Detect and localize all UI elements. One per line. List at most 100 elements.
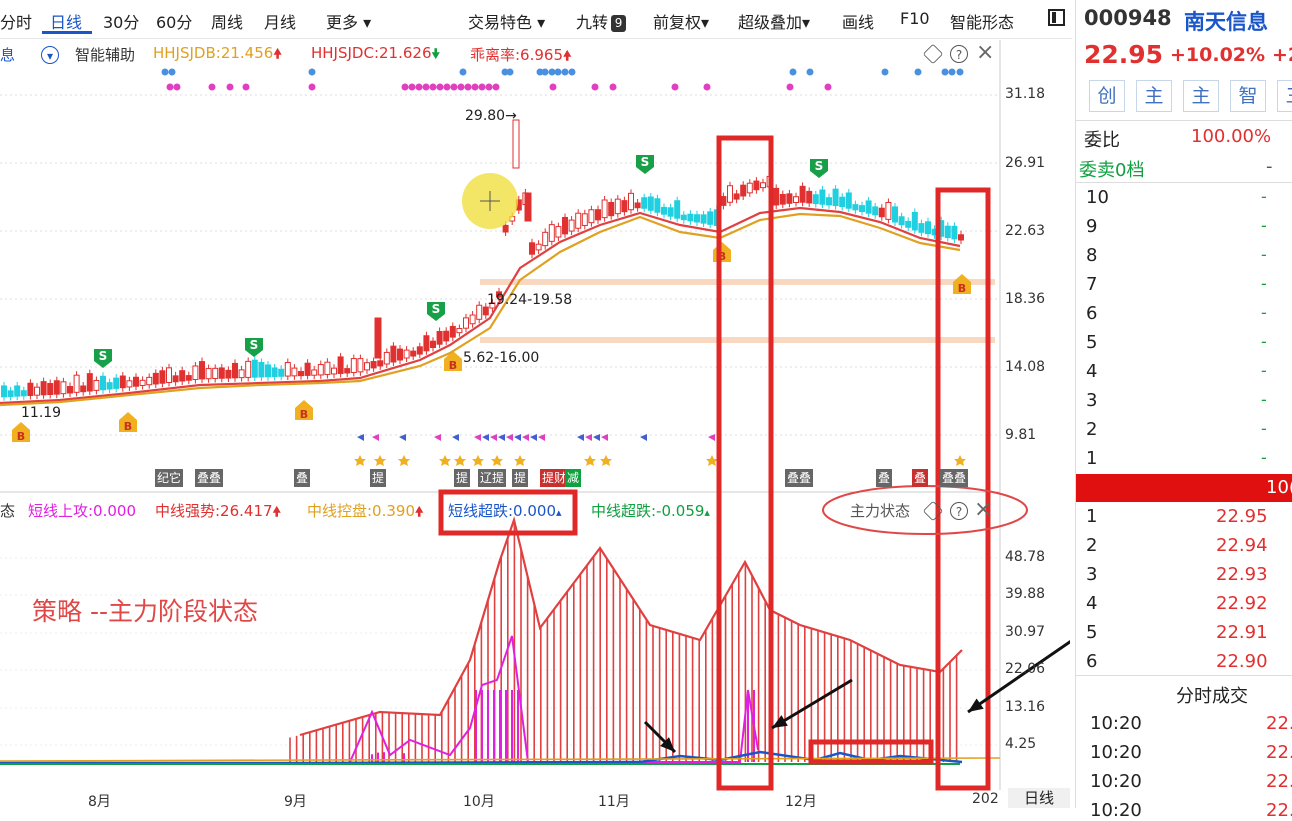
sell-signal-letter: S <box>99 349 108 363</box>
tag-button[interactable]: 智 <box>1230 80 1266 112</box>
magenta-dot <box>242 83 250 91</box>
buy-level: 5 <box>1086 622 1098 643</box>
weibi-label: 委比 <box>1084 130 1120 151</box>
annotation-overlay <box>438 135 1070 791</box>
magenta-dot <box>464 83 472 91</box>
menu-nine-turn[interactable]: 九转 9 <box>576 9 627 33</box>
menu-adjust[interactable]: 前复权▾ <box>653 9 709 33</box>
candle-body <box>694 214 700 223</box>
candle-body <box>680 214 687 221</box>
month-label: 12月 <box>785 794 817 810</box>
candle-body <box>251 359 258 378</box>
tag-button[interactable]: 主 <box>1183 80 1219 112</box>
close-icon[interactable]: × <box>974 499 992 521</box>
candle-body <box>958 234 964 241</box>
magenta-dot <box>457 83 465 91</box>
candle-body <box>397 348 403 361</box>
blue-dot <box>948 68 956 76</box>
star-icon <box>584 455 596 466</box>
candle-body <box>159 370 166 384</box>
candle-body <box>119 375 126 389</box>
candle-body <box>502 224 509 233</box>
tab-more[interactable]: 更多 ▾ <box>326 9 371 33</box>
candle-body <box>436 330 443 345</box>
help-icon[interactable]: ? <box>950 502 968 520</box>
star-icon <box>439 455 451 466</box>
sell-level: 10 <box>1086 187 1109 208</box>
tag-button[interactable]: 主 <box>1136 80 1172 112</box>
candle-body <box>647 196 654 211</box>
candle-body <box>278 368 285 377</box>
candle-body <box>687 213 694 222</box>
mid-control-text: 中线控盘:0.390 <box>307 502 415 520</box>
blue-dot <box>941 68 949 76</box>
short-attack: 短线上攻:0.000 <box>28 502 136 520</box>
stock-name[interactable]: 南天信息 <box>1184 6 1268 36</box>
candle-body <box>621 200 628 213</box>
magenta-dot <box>485 83 493 91</box>
candle-body <box>423 335 430 352</box>
star-icon <box>374 455 386 466</box>
candle-body <box>403 349 410 359</box>
menu-draw[interactable]: 画线 <box>842 9 874 33</box>
flag-icon <box>506 434 513 441</box>
tab-weekly[interactable]: 周线 <box>211 9 243 33</box>
candle-body <box>80 385 87 393</box>
menu-smart-pattern[interactable]: 智能形态 <box>950 9 1014 33</box>
candle-body <box>67 386 73 394</box>
tab-monthly[interactable]: 月线 <box>264 9 296 33</box>
menu-overlay[interactable]: 超级叠加▾ <box>738 9 810 33</box>
blue-dot <box>806 68 814 76</box>
candle-body <box>324 361 331 375</box>
period-label[interactable]: 日线 <box>1008 788 1070 808</box>
menu-trade-feature[interactable]: 交易特色 ▾ <box>468 9 545 33</box>
magenta-dot <box>429 83 437 91</box>
candle-body <box>786 193 793 204</box>
blue-dot <box>541 68 549 76</box>
sell-level-value: - <box>1261 419 1267 438</box>
tab-daily[interactable]: 日线 <box>50 9 82 33</box>
tag-button[interactable]: 创 <box>1089 80 1125 112</box>
arrow-head <box>968 698 984 712</box>
magenta-dot <box>308 83 316 91</box>
tab-intraday[interactable]: 分时 <box>0 9 32 33</box>
signal-tag: 叠 <box>294 469 311 487</box>
candle-body <box>416 346 423 355</box>
candle-body <box>93 379 100 391</box>
divider <box>1076 120 1292 121</box>
lower-indicator-chart <box>0 516 1001 765</box>
candle-body <box>512 119 520 169</box>
lower-tick: 22.06 <box>1005 661 1046 677</box>
tag-button[interactable]: 三 <box>1277 80 1292 112</box>
blue-dot <box>168 68 176 76</box>
sell-level-value: - <box>1261 216 1267 235</box>
menu-f10[interactable]: F10 <box>900 9 930 28</box>
candle-body <box>390 345 397 363</box>
trade-time: 10:20 <box>1090 713 1142 734</box>
main-state-title[interactable]: 主力状态 <box>850 500 910 521</box>
quote-panel: 000948 南天信息 22.95 +10.02% +2 创 主 主 智 三 委… <box>1075 0 1292 821</box>
candle-body <box>1 385 7 398</box>
buy-level: 6 <box>1086 651 1098 672</box>
nine-badge: 9 <box>611 15 627 32</box>
candle-body <box>126 380 133 388</box>
sell-level: 1 <box>1086 448 1098 469</box>
candle-body <box>667 207 674 217</box>
buy-level-price: 22.94 <box>1216 535 1268 556</box>
zone2-label: 5.62-16.00 <box>463 350 540 366</box>
candle-body <box>918 223 925 233</box>
candle-body <box>535 243 542 251</box>
tab-60min[interactable]: 60分 <box>156 9 192 33</box>
candle-body <box>826 197 832 206</box>
trade-price: 22.9 <box>1266 742 1292 763</box>
chart-grid <box>0 40 1001 790</box>
kline-chart[interactable]: SSSS SBBBBBB <box>0 40 1070 792</box>
candle-body <box>53 380 60 395</box>
sell-signal-letter: S <box>815 159 824 173</box>
tab-30min[interactable]: 30分 <box>103 9 139 33</box>
blue-dot <box>956 68 964 76</box>
candle-body <box>588 209 595 224</box>
magenta-dot <box>408 83 416 91</box>
star-icon <box>472 455 484 466</box>
layout-toggle-icon[interactable] <box>1048 9 1065 26</box>
